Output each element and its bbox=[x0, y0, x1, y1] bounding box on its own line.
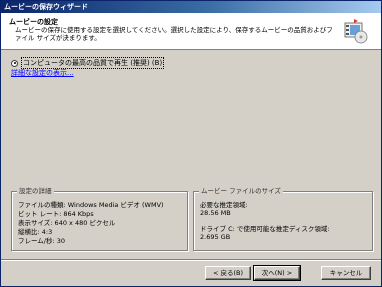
show-more-choices-link[interactable]: 詳細な設定の表示... bbox=[11, 68, 74, 78]
page-description: ムービーの保存に使用する設定を選択してください。選択した設定により、保存するムー… bbox=[15, 26, 333, 42]
cancel-button[interactable]: キャンセル bbox=[321, 266, 371, 280]
back-button[interactable]: < 戻る(B) bbox=[205, 266, 251, 280]
file-size-legend: ムービー ファイルのサイズ bbox=[199, 187, 283, 196]
estimated-space-label: 必要な推定領域: bbox=[200, 201, 248, 209]
available-space-value: 2.695 GB bbox=[200, 233, 231, 241]
best-quality-radio[interactable] bbox=[11, 59, 18, 67]
button-separator bbox=[1, 259, 381, 261]
settings-details-legend: 設定の詳細 bbox=[17, 187, 54, 196]
next-button[interactable]: 次へ(N) > bbox=[253, 265, 301, 281]
detail-aspect-ratio: 縦横比: 4:3 bbox=[18, 228, 53, 236]
file-size-group: ムービー ファイルのサイズ 必要な推定領域: 28.56 MB ドライブ C: … bbox=[193, 187, 373, 251]
window-title: ムービーの保存ウィザード bbox=[4, 3, 88, 11]
detail-file-type: ファイルの種類: Windows Media ビデオ (WMV) bbox=[18, 201, 164, 209]
estimated-space-value: 28.56 MB bbox=[200, 209, 231, 217]
detail-frames-per-second: フレーム/秒: 30 bbox=[18, 237, 66, 245]
available-space-label: ドライブ C: で使用可能な推定ディスク領域: bbox=[200, 225, 330, 233]
movie-wizard-icon bbox=[344, 19, 368, 44]
detail-display-size: 表示サイズ: 640 x 480 ピクセル bbox=[18, 219, 116, 227]
wizard-window: ムービーの保存ウィザード ムービーの設定 ムービーの保存に使用する設定を選択して… bbox=[0, 0, 382, 287]
settings-details-group: 設定の詳細 ファイルの種類: Windows Media ビデオ (WMV) ビ… bbox=[11, 187, 188, 251]
wizard-header: ムービーの設定 ムービーの保存に使用する設定を選択してください。選択した設定によ… bbox=[1, 13, 381, 50]
title-bar[interactable]: ムービーの保存ウィザード bbox=[1, 1, 381, 13]
detail-bit-rate: ビット レート: 864 Kbps bbox=[18, 210, 94, 218]
